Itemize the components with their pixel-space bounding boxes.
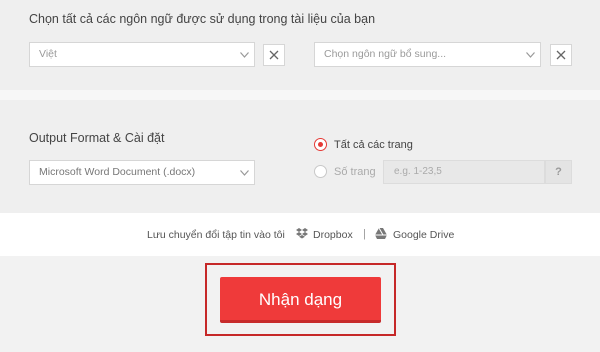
google-drive-icon: [375, 228, 387, 239]
close-icon: [556, 50, 566, 60]
all-pages-label: Tất cả các trang: [334, 139, 413, 151]
output-format-select[interactable]: Microsoft Word Document (.docx): [29, 160, 255, 185]
chevron-down-icon: [526, 52, 535, 58]
page-range-placeholder: e.g. 1-23,5: [394, 166, 442, 177]
dropbox-link[interactable]: Dropbox: [313, 229, 353, 241]
clear-additional-language-button[interactable]: [550, 44, 572, 66]
chevron-down-icon: [240, 52, 249, 58]
page-number-radio[interactable]: [314, 165, 327, 178]
additional-language-placeholder: Chọn ngôn ngữ bổ sung...: [324, 48, 447, 60]
primary-language-select[interactable]: Việt: [29, 42, 255, 67]
output-section-title: Output Format & Cài đặt: [29, 131, 165, 145]
dropbox-icon: [296, 228, 308, 239]
language-section: Chọn tất cả các ngôn ngữ được sử dụng tr…: [0, 0, 600, 90]
close-icon: [269, 50, 279, 60]
additional-language-select[interactable]: Chọn ngôn ngữ bổ sung...: [314, 42, 541, 67]
link-separator: |: [363, 228, 366, 240]
output-format-value: Microsoft Word Document (.docx): [39, 166, 196, 178]
page-range-help-button[interactable]: ?: [545, 160, 572, 184]
page-number-label: Số trang: [334, 166, 376, 178]
page-range-input[interactable]: e.g. 1-23,5: [383, 160, 545, 184]
output-section: Output Format & Cài đặt Microsoft Word D…: [0, 100, 600, 213]
clear-primary-language-button[interactable]: [263, 44, 285, 66]
language-section-title: Chọn tất cả các ngôn ngữ được sử dụng tr…: [29, 12, 376, 26]
save-to-label: Lưu chuyển đổi tập tin vào tôi: [147, 229, 285, 241]
chevron-down-icon: [240, 170, 249, 176]
recognize-button[interactable]: Nhận dạng: [220, 277, 381, 323]
google-drive-link[interactable]: Google Drive: [393, 229, 454, 241]
save-to-bar: Lưu chuyển đổi tập tin vào tôi Dropbox |…: [0, 213, 600, 256]
section-divider: [0, 90, 600, 100]
primary-language-value: Việt: [39, 48, 57, 60]
all-pages-radio[interactable]: [314, 138, 327, 151]
